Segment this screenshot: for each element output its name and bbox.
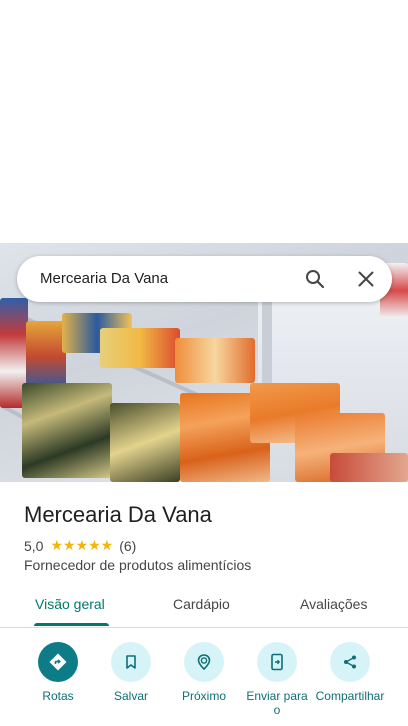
share-button[interactable]: Compartilhar <box>310 642 390 703</box>
nearby-icon <box>184 642 224 682</box>
place-title: Mercearia Da Vana <box>24 502 212 527</box>
save-label: Salvar <box>113 689 148 703</box>
send-to-phone-label: Enviar para o <box>246 689 308 717</box>
rating-stars: ★★★★★ <box>50 537 114 553</box>
product-pack <box>330 453 408 482</box>
map-area <box>0 0 408 243</box>
product-pack <box>26 321 66 391</box>
nearby-label: Próximo <box>181 689 226 703</box>
review-count: (6) <box>119 537 137 554</box>
search-input[interactable]: Mercearia Da Vana <box>40 270 168 287</box>
product-pack <box>110 403 180 482</box>
product-pack <box>175 338 255 383</box>
place-category[interactable]: Fornecedor de produtos alimentícios <box>24 557 251 573</box>
directions-label: Rotas <box>42 689 74 703</box>
tab-reviews[interactable]: Avaliações <box>300 596 367 612</box>
tab-bar: Visão geral Cardápio Avaliações <box>0 587 408 628</box>
active-tab-indicator <box>34 623 109 626</box>
tab-menu[interactable]: Cardápio <box>173 596 230 612</box>
directions-button[interactable]: Rotas <box>18 642 98 703</box>
tab-overview[interactable]: Visão geral <box>35 596 105 612</box>
product-pack <box>22 383 112 478</box>
send-to-phone-icon <box>257 642 297 682</box>
product-pack <box>100 328 180 368</box>
directions-icon <box>38 642 78 682</box>
rating-value: 5,0 <box>24 537 44 554</box>
bookmark-icon <box>111 642 151 682</box>
rating-row[interactable]: 5,0 ★★★★★ (6) <box>24 537 136 554</box>
share-label: Compartilhar <box>315 689 385 703</box>
send-to-phone-button[interactable]: Enviar para o <box>237 642 317 717</box>
share-icon <box>330 642 370 682</box>
close-icon[interactable] <box>354 267 378 291</box>
save-button[interactable]: Salvar <box>91 642 171 703</box>
search-bar[interactable]: Mercearia Da Vana <box>17 256 392 302</box>
search-icon[interactable] <box>303 267 327 291</box>
nearby-button[interactable]: Próximo <box>164 642 244 703</box>
